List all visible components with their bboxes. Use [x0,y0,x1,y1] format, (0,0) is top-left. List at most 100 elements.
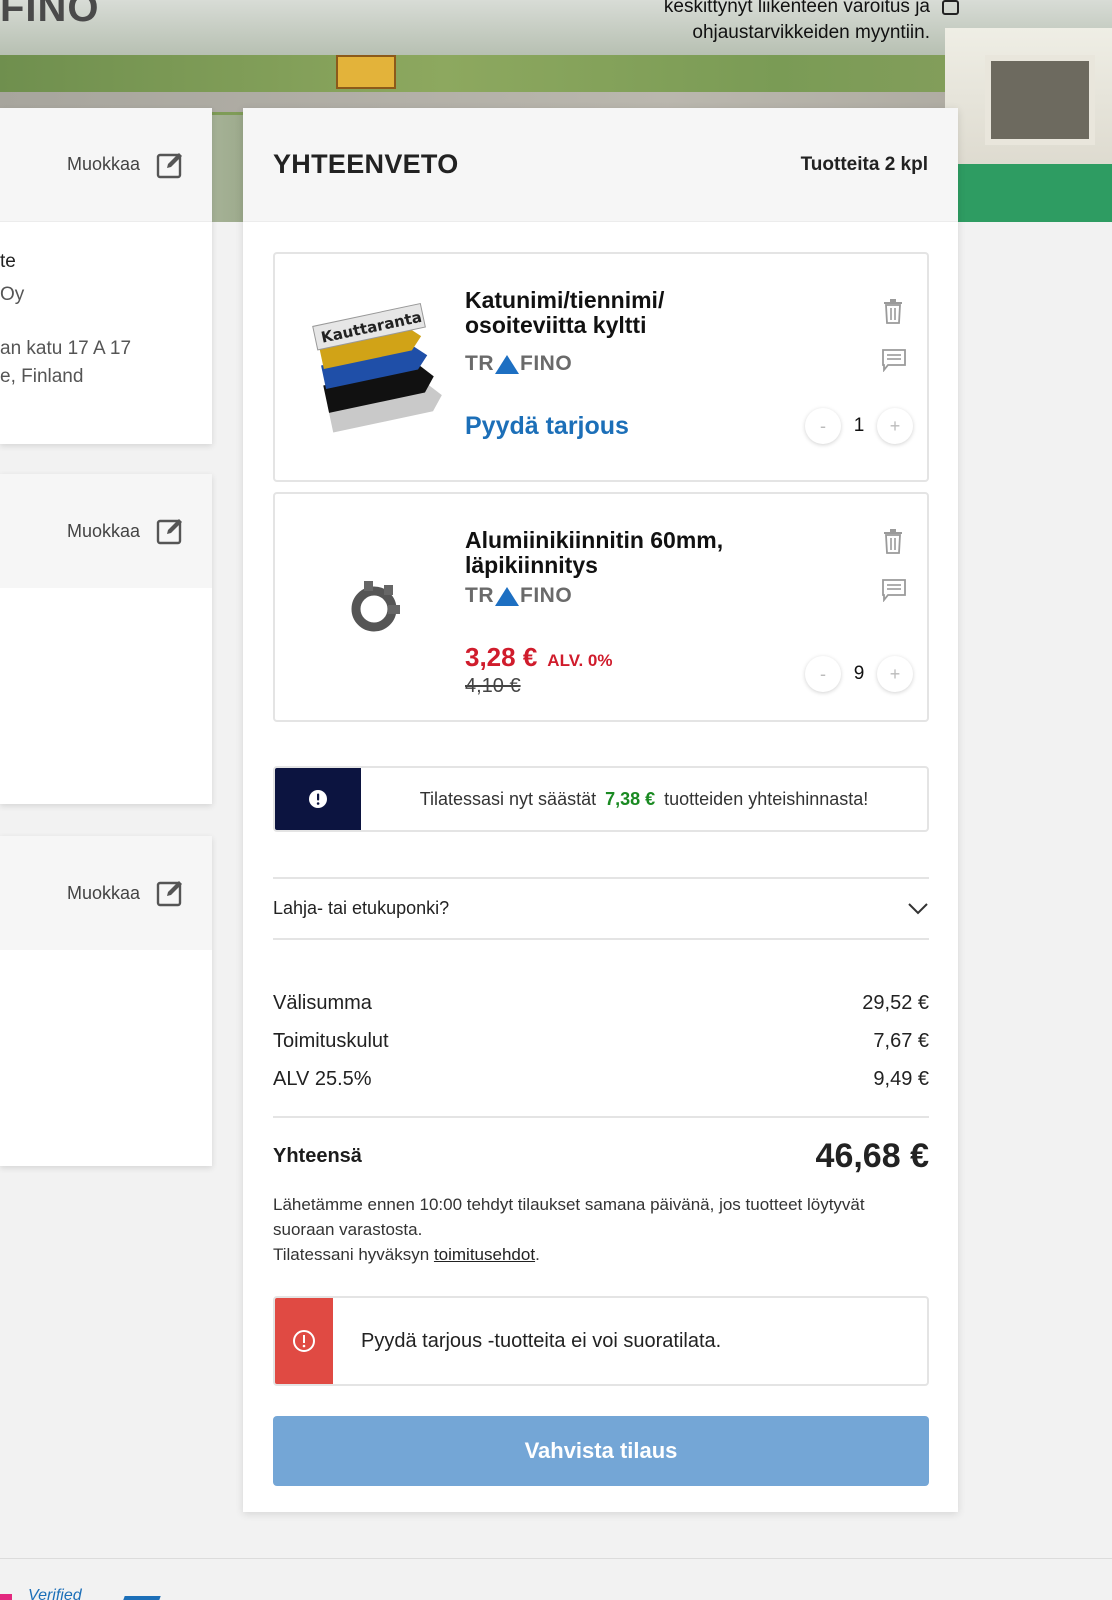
hero-truck-window [985,55,1095,145]
increase-button[interactable]: + [877,656,913,692]
grand-total-label: Yhteensä [273,1144,362,1167]
street-sign-image: Kauttaranta [312,302,442,433]
trash-icon[interactable] [881,298,905,324]
delivery-card-header: Muokkaa [0,474,212,588]
edit-icon[interactable] [156,879,184,907]
product-name[interactable]: Alumiinikiinnitin 60mm, läpikiinnitys [465,528,765,578]
address-card: Muokkaa te Oy an katu 17 A 17 e, Finland [0,108,212,444]
hero-tagline: keskittynyt liikenteen varoitus ja ohjau… [570,0,930,46]
terms-line: Tilatessani hyväksyn toimitusehdot. [273,1242,929,1267]
vat-label: ALV. 0% [547,651,613,670]
chevron-down-icon [908,902,928,914]
tagline-box-icon [942,0,959,15]
edit-delivery-label[interactable]: Muokkaa [67,521,140,542]
warning-icon [293,1330,315,1352]
comment-icon[interactable] [881,578,907,602]
savings-icon-panel [275,768,361,830]
product-name[interactable]: Katunimi/tiennimi/ osoiteviitta kyltti [465,288,765,338]
payment-card-header: Muokkaa [0,836,212,950]
quote-warning: Pyydä tarjous -tuotteita ei voi suoratil… [273,1296,929,1386]
confirm-order-button[interactable]: Vahvista tilaus [273,1416,929,1486]
quantity-stepper: - 1 + [805,408,913,444]
product-name-line1: Katunimi/tiennimi/ [465,287,665,313]
product-image[interactable] [297,524,457,694]
edit-icon[interactable] [156,517,184,545]
footer-badge[interactable]: Verified [0,1584,200,1600]
coupon-label: Lahja- tai etukuponki? [273,898,450,918]
address-company: Oy [0,284,25,305]
product-name-line2: osoiteviitta kyltti [465,312,647,338]
savings-amount: 7,38 € [605,788,656,809]
totals-value: 29,52 € [862,991,929,1014]
brand-logo: TR FINO [465,584,572,608]
grand-total-value: 46,68 € [815,1136,929,1175]
brand-right: FINO [520,584,573,607]
summary-header: YHTEENVETO Tuotteita 2 kpl [243,108,958,222]
totals-label: Välisumma [273,991,372,1014]
savings-prefix: Tilatessasi nyt säästät [419,788,597,809]
hero-tagline-line2: ohjaustarvikkeiden myyntiin. [692,22,930,43]
summary-title: YHTEENVETO [273,149,459,179]
decrease-button[interactable]: - [805,408,841,444]
product-name-line1: Alumiinikiinnitin 60mm, [465,527,724,553]
terms-suffix: . [535,1245,540,1264]
savings-text: Tilatessasi nyt säästät 7,38 € tuotteide… [361,768,927,830]
brand-right: FINO [520,352,573,375]
savings-notice: Tilatessasi nyt säästät 7,38 € tuotteide… [273,766,929,832]
brand-left: TR [465,352,494,375]
address-details: te Oy an katu 17 A 17 e, Finland [0,222,212,391]
original-price: 4,10 € [465,675,521,697]
totals-label: Toimituskulut [273,1029,389,1052]
totals-row: ALV 25.5% 9,49 € [273,1060,929,1098]
quantity-stepper: - 9 + [805,656,913,692]
product-price: 3,28 € ALV. 0% 4,10 € [465,642,613,698]
address-city: e, Finland [0,366,84,387]
brand-triangle-icon [495,354,519,374]
totals-row: Toimituskulut 7,67 € [273,1022,929,1060]
quantity-value: 9 [853,663,865,684]
totals-value: 7,67 € [873,1029,929,1052]
terms-link[interactable]: toimitusehdot [434,1245,535,1264]
trash-icon[interactable] [881,528,905,554]
site-logo[interactable]: FINO [0,0,100,31]
decrease-button[interactable]: - [805,656,841,692]
product-image[interactable]: Kauttaranta [297,284,457,454]
cart-item: Alumiinikiinnitin 60mm, läpikiinnitys TR… [273,492,929,722]
edit-address-label[interactable]: Muokkaa [67,154,140,175]
brand-left: TR [465,584,494,607]
quantity-value: 1 [853,415,865,436]
edit-icon[interactable] [156,151,184,179]
request-quote-link[interactable]: Pyydä tarjous [465,412,629,441]
totals-label: ALV 25.5% [273,1067,372,1090]
edit-payment-label[interactable]: Muokkaa [67,883,140,904]
clamp-image [351,581,400,632]
exclamation-icon [309,790,327,808]
shipping-info: Lähetämme ennen 10:00 tehdyt tilaukset s… [273,1192,929,1267]
hero-tagline-line1: keskittynyt liikenteen varoitus ja [663,0,930,17]
badge-text: Verified [28,1587,82,1600]
footer-divider [0,1558,1112,1559]
order-summary: YHTEENVETO Tuotteita 2 kpl Kauttaranta K… [243,108,958,1512]
payment-card: Muokkaa [0,836,212,1166]
savings-suffix: tuotteiden yhteishinnasta! [664,788,869,809]
totals-row: Välisumma 29,52 € [273,984,929,1022]
brand-triangle-icon [495,586,519,606]
cart-item: Kauttaranta Katunimi/tiennimi/ osoitevii… [273,252,929,482]
sale-price: 3,28 € [465,642,538,672]
comment-icon[interactable] [881,348,907,372]
badge-underline [123,1596,161,1600]
warning-text: Pyydä tarjous -tuotteita ei voi suoratil… [361,1329,722,1352]
terms-prefix: Tilatessani hyväksyn [273,1245,434,1264]
badge-mark-icon [0,1594,12,1600]
coupon-toggle[interactable]: Lahja- tai etukuponki? [273,877,929,940]
brand-logo: TR FINO [465,352,572,376]
address-name: te [0,251,16,272]
totals-list: Välisumma 29,52 € Toimituskulut 7,67 € A… [273,984,929,1098]
address-card-header: Muokkaa [0,108,212,222]
product-name-line2: läpikiinnitys [465,552,598,578]
increase-button[interactable]: + [877,408,913,444]
shipping-info-text: Lähetämme ennen 10:00 tehdyt tilaukset s… [273,1195,865,1239]
totals-value: 9,49 € [873,1067,929,1090]
totals-divider [273,1116,929,1118]
grand-total: Yhteensä 46,68 € [273,1128,929,1184]
